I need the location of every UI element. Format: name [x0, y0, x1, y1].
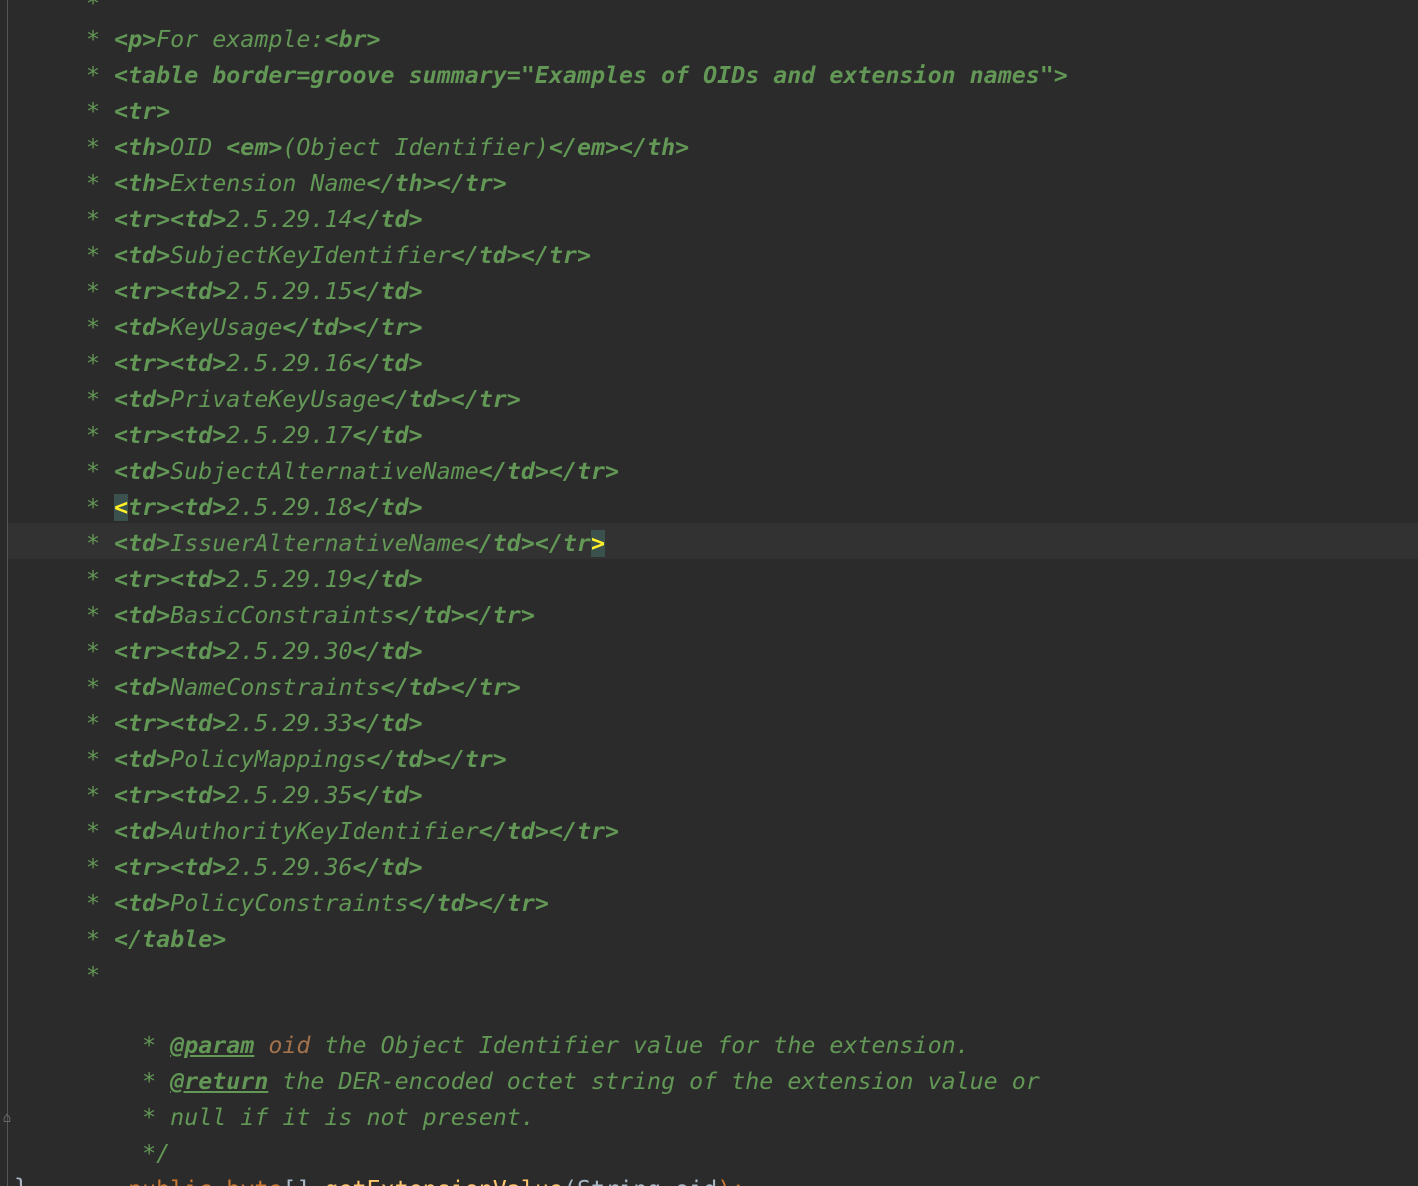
open-paren: (	[563, 1176, 577, 1186]
comment-line[interactable]: * <tr><td>2.5.29.14</td>	[86, 202, 423, 238]
comment-line[interactable]: *	[86, 958, 100, 994]
comment-line[interactable]: * <td>SubjectAlternativeName</td></tr>	[86, 454, 619, 490]
comment-line[interactable]: * <td>PolicyMappings</td></tr>	[86, 742, 507, 778]
closing-brace: }	[14, 1170, 28, 1186]
method-signature-line[interactable]: public byte[] getExtensionValue(String o…	[72, 1136, 745, 1186]
code-editor[interactable]: ⌂ * * <p>For example:<br> * <table border=…	[0, 0, 1418, 1186]
comment-line[interactable]: * <tr><td>2.5.29.30</td>	[86, 634, 423, 670]
comment-line[interactable]: * <tr><td>2.5.29.18</td>	[86, 490, 423, 526]
javadoc-close-line[interactable]: */	[86, 1100, 170, 1167]
param-type: String	[577, 1176, 661, 1186]
comment-line[interactable]: *	[86, 0, 100, 22]
javadoc-return-line[interactable]: * @return the DER-encoded octet string o…	[86, 1028, 1040, 1095]
comment-line[interactable]: * <tr><td>2.5.29.19</td>	[86, 562, 423, 598]
comment-line[interactable]: * <tr><td>2.5.29.33</td>	[86, 706, 423, 742]
comment-line[interactable]: * </table>	[86, 922, 226, 958]
modifier-keyword: public	[128, 1176, 212, 1186]
javadoc-continuation-line[interactable]: * null if it is not present.	[86, 1064, 535, 1131]
return-type-keyword: byte	[226, 1176, 282, 1186]
comment-line[interactable]: * <tr>	[86, 94, 170, 130]
brace-match-close: >	[590, 530, 605, 557]
javadoc-param-line[interactable]: * @param oid the Object Identifier value…	[86, 992, 970, 1059]
comment-line[interactable]: * <tr><td>2.5.29.16</td>	[86, 346, 423, 382]
comment-line[interactable]: * <th>OID <em>(Object Identifier)</em></…	[86, 130, 689, 166]
comment-line[interactable]: * <th>Extension Name</th></tr>	[86, 166, 507, 202]
comment-line[interactable]: * <td>PrivateKeyUsage</td></tr>	[86, 382, 521, 418]
fold-icon[interactable]: ⌂	[0, 1108, 14, 1128]
array-brackets: []	[282, 1176, 310, 1186]
param-name: oid	[675, 1176, 717, 1186]
comment-line[interactable]: * <tr><td>2.5.29.35</td>	[86, 778, 423, 814]
comment-line[interactable]: * <td>AuthorityKeyIdentifier</td></tr>	[86, 814, 619, 850]
method-name: getExtensionValue	[325, 1176, 563, 1186]
comment-line[interactable]: * <tr><td>2.5.29.15</td>	[86, 274, 423, 310]
comment-line[interactable]: * <td>IssuerAlternativeName</td></tr>	[86, 526, 605, 562]
comment-line[interactable]: * <p>For example:<br>	[86, 22, 381, 58]
comment-line[interactable]: * <td>NameConstraints</td></tr>	[86, 670, 521, 706]
comment-line[interactable]: * <tr><td>2.5.29.17</td>	[86, 418, 423, 454]
comment-line[interactable]: * <td>PolicyConstraints</td></tr>	[86, 886, 549, 922]
gutter-divider	[7, 0, 8, 1186]
brace-match-open: <	[114, 494, 129, 521]
javadoc-continuation-text: null if it is not present.	[170, 1104, 535, 1131]
comment-line[interactable]: * <table border=groove summary="Examples…	[86, 58, 1068, 94]
statement-end: );	[717, 1176, 745, 1186]
comment-line[interactable]: * <td>SubjectKeyIdentifier</td></tr>	[86, 238, 591, 274]
comment-line[interactable]: * <td>KeyUsage</td></tr>	[86, 310, 423, 346]
comment-line[interactable]: * <tr><td>2.5.29.36</td>	[86, 850, 423, 886]
comment-line[interactable]: * <td>BasicConstraints</td></tr>	[86, 598, 535, 634]
